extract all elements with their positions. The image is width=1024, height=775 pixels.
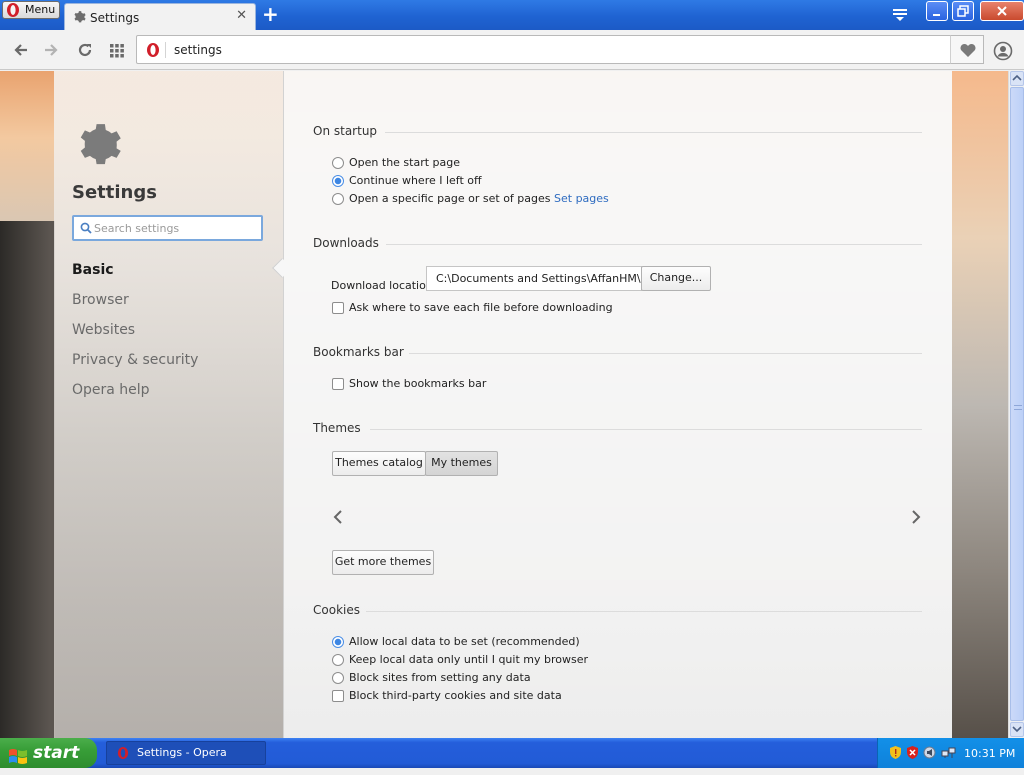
new-tab-plus-icon[interactable]: + [262, 4, 279, 24]
close-window-button[interactable] [980, 1, 1024, 21]
taskbar-item-opera[interactable]: Settings - Opera [106, 741, 266, 765]
section-divider [386, 244, 922, 245]
section-heading-on-startup: On startup [313, 124, 378, 138]
gear-icon [72, 10, 86, 27]
title-bar: Menu Settings ✕ + [0, 0, 1024, 30]
checkbox[interactable] [332, 690, 344, 702]
search-input[interactable] [94, 220, 254, 236]
maximize-button[interactable] [952, 1, 974, 21]
section-divider [366, 611, 922, 612]
scrollbar-grip [1014, 405, 1022, 410]
opera-logo-icon [6, 2, 20, 23]
opera-logo-icon [117, 746, 129, 768]
page-title: Settings [72, 182, 157, 203]
reload-icon[interactable] [76, 41, 94, 59]
windows-taskbar: start Settings - Opera 10:31 PM [0, 738, 1024, 768]
search-box[interactable] [72, 215, 263, 241]
scroll-down-arrow-icon[interactable] [1010, 722, 1024, 737]
radio-button[interactable] [332, 654, 344, 666]
change-download-location-button[interactable]: Change... [641, 266, 711, 291]
tab-settings[interactable]: Settings ✕ [64, 3, 256, 30]
start-label: start [33, 743, 80, 763]
start-button[interactable]: start [0, 738, 97, 768]
option-label: Open a specific page or set of pages Set… [349, 192, 609, 205]
forward-arrow-icon[interactable] [42, 41, 60, 59]
scroll-up-arrow-icon[interactable] [1010, 71, 1024, 86]
section-heading-themes: Themes [313, 421, 361, 435]
tab-my-themes[interactable]: My themes [425, 451, 498, 476]
option-text: Open a specific page or set of pages [349, 192, 551, 205]
security-shield-icon[interactable] [889, 746, 902, 759]
search-icon [80, 222, 92, 234]
section-heading-downloads: Downloads [313, 236, 379, 250]
radio-button-selected[interactable] [332, 636, 344, 648]
address-separator [165, 42, 166, 58]
network-icon[interactable] [941, 746, 956, 759]
option-label: Continue where I left off [349, 174, 482, 187]
sidebar-item-browser[interactable]: Browser [72, 292, 129, 308]
checkbox[interactable] [332, 378, 344, 390]
volume-icon[interactable] [923, 746, 936, 759]
taskbar-item-label: Settings - Opera [137, 746, 227, 759]
radio-button-selected[interactable] [332, 175, 344, 187]
chevron-left-icon[interactable] [332, 509, 344, 528]
option-label: Show the bookmarks bar [349, 377, 487, 390]
tab-title: Settings [90, 11, 140, 25]
download-location-label: Download location: [331, 279, 437, 292]
sidebar-item-opera-help[interactable]: Opera help [72, 382, 150, 398]
option-label: Open the start page [349, 156, 461, 169]
vertical-scrollbar[interactable] [1008, 71, 1024, 738]
section-heading-cookies: Cookies [313, 603, 360, 617]
opera-menu-button[interactable]: Menu [2, 1, 60, 19]
option-label: Keep local data only until I quit my bro… [349, 653, 589, 666]
sidebar-item-websites[interactable]: Websites [72, 322, 135, 338]
option-label: Allow local data to be set (recommended) [349, 635, 580, 648]
set-pages-link[interactable]: Set pages [554, 192, 609, 205]
option-label: Block sites from setting any data [349, 671, 531, 684]
checkbox[interactable] [332, 302, 344, 314]
windows-flag-icon [8, 745, 28, 775]
radio-button[interactable] [332, 193, 344, 205]
tab-menu-icon[interactable] [893, 9, 907, 24]
section-divider [385, 132, 922, 133]
speed-dial-grid-icon[interactable] [108, 41, 126, 59]
chevron-right-icon[interactable] [910, 509, 922, 528]
section-heading-bookmarks-bar: Bookmarks bar [313, 345, 404, 359]
menu-label: Menu [25, 3, 56, 16]
back-arrow-icon[interactable] [12, 41, 30, 59]
clock: 10:31 PM [964, 747, 1016, 760]
section-divider [409, 353, 922, 354]
background-image-left [0, 221, 55, 738]
option-label: Ask where to save each file before downl… [349, 301, 613, 314]
navigation-bar: settings [0, 30, 1024, 70]
scrollbar-thumb[interactable] [1010, 87, 1024, 721]
account-icon[interactable] [993, 41, 1013, 64]
bookmark-heart-button[interactable] [950, 35, 984, 64]
close-icon[interactable]: ✕ [236, 9, 247, 23]
radio-button[interactable] [332, 157, 344, 169]
opera-logo-icon [146, 42, 160, 61]
address-text[interactable]: settings [174, 43, 222, 57]
radio-button[interactable] [332, 672, 344, 684]
download-location-field[interactable]: C:\Documents and Settings\AffanHM\My [426, 266, 642, 291]
sidebar-item-basic[interactable]: Basic [72, 262, 114, 278]
section-divider [370, 429, 922, 430]
heart-icon [960, 43, 976, 57]
option-label: Block third-party cookies and site data [349, 689, 562, 702]
address-bar[interactable]: settings [136, 35, 952, 64]
background-image-right [952, 71, 1008, 738]
settings-gear-icon [72, 120, 122, 173]
antivirus-shield-icon[interactable] [906, 746, 919, 759]
minimize-button[interactable] [926, 1, 948, 21]
tab-themes-catalog[interactable]: Themes catalog [332, 451, 426, 476]
get-more-themes-button[interactable]: Get more themes [332, 550, 434, 575]
sidebar-item-privacy-security[interactable]: Privacy & security [72, 352, 198, 368]
